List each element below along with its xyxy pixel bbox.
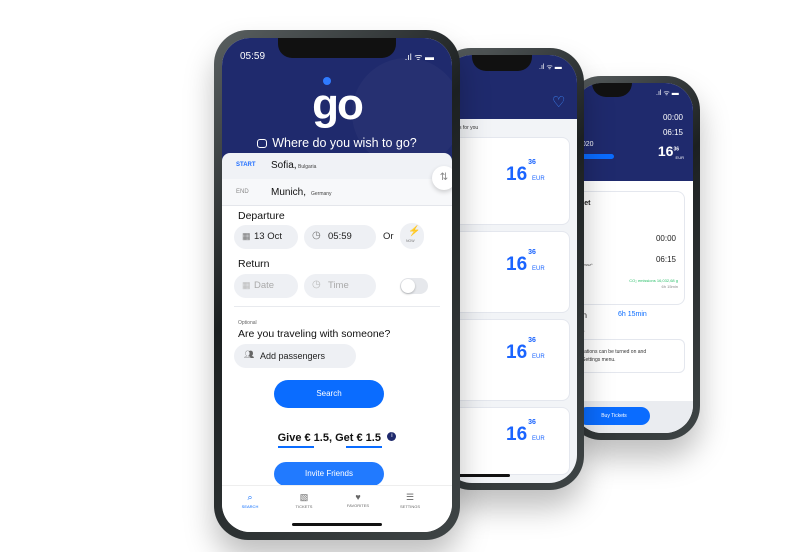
- promo-underline-right: [346, 446, 382, 448]
- status-icons: .ıl ᯤ ▬: [404, 52, 434, 62]
- clock-icon: ◷: [312, 230, 321, 241]
- result-card-1[interactable]: g 1636EUR: [444, 137, 570, 225]
- status-icons: .ıl ᯤ ▬: [656, 90, 679, 97]
- departure-time-value: 05:59: [328, 231, 352, 242]
- departure-date[interactable]: ▦ 13 Oct: [234, 225, 298, 249]
- main-screen: 05:59 .ıl ᯤ ▬ go Where do you wish to go…: [222, 38, 452, 532]
- phone-details: .ıl ᯤ ▬ 00:00 ng 06:15 2020 1636 EUR met…: [567, 76, 700, 440]
- home-indicator: [292, 523, 382, 526]
- status-time: 05:59: [240, 51, 266, 62]
- end-city: Munich,: [271, 187, 307, 198]
- bus-icon: [257, 139, 268, 148]
- calendar-icon: ▦: [242, 280, 251, 290]
- ticket-icon: ▧: [299, 492, 309, 502]
- ride-detail-card: met 00:00 ss 06:15 rpressz* CO₂ emission…: [574, 191, 685, 305]
- buy-tickets-button[interactable]: Buy Tickets: [578, 407, 650, 425]
- users-icon: 👥︎: [244, 350, 255, 359]
- companion-question: Are you traveling with someone?: [238, 328, 391, 340]
- stage: .ıl ᯤ ▬ 00:00 ng 06:15 2020 1636 EUR met…: [0, 0, 795, 552]
- heart-icon[interactable]: ♡: [552, 93, 565, 111]
- swap-button[interactable]: ⇅: [432, 166, 452, 190]
- or-label: Or: [383, 231, 394, 242]
- search-button[interactable]: Search: [274, 380, 384, 408]
- departure-time[interactable]: ◷ 05:59: [304, 225, 376, 249]
- departure-date-value: 13 Oct: [254, 231, 282, 242]
- notch: [472, 55, 532, 71]
- invite-friends-button[interactable]: Invite Friends: [274, 462, 384, 486]
- start-tag: START: [236, 162, 256, 168]
- headline: Where do you wish to go?: [222, 136, 452, 150]
- add-passengers-label: Add passengers: [260, 351, 326, 361]
- co2-sub: 6h 15min: [661, 284, 678, 289]
- logo: go: [222, 77, 452, 127]
- divider: [234, 306, 440, 307]
- status-icons: .ıl ᯤ ▬: [539, 64, 562, 71]
- end-tag: END: [236, 189, 249, 195]
- price: 1636 EUR: [506, 248, 545, 275]
- result-card-2[interactable]: g g 1636EUR: [444, 231, 570, 313]
- tab-settings[interactable]: ☰ SETTINGS: [390, 492, 430, 509]
- tab-bar: ⌕ SEARCH ▧ TICKETS ♥ FAVORITES ☰ SETTING…: [222, 485, 452, 532]
- now-button[interactable]: ⚡ NOW: [400, 223, 424, 249]
- heart-icon: ♥: [355, 492, 361, 502]
- now-label: NOW: [406, 239, 415, 243]
- end-field[interactable]: END Munich, Germany: [222, 179, 452, 206]
- duration-value: 6h 15min: [618, 311, 647, 318]
- detail-cur: EUR: [675, 155, 684, 160]
- price: 1636 EUR: [506, 418, 545, 445]
- start-field[interactable]: START Sofia, Bulgaria: [222, 153, 452, 179]
- phone-main: 05:59 .ıl ᯤ ▬ go Where do you wish to go…: [214, 30, 460, 540]
- optional-label: Optional: [238, 320, 257, 326]
- return-time-value: Time: [328, 280, 349, 291]
- return-date-value: Date: [254, 280, 275, 291]
- tab-tickets[interactable]: ▧ TICKETS: [284, 492, 324, 509]
- co2-emissions: CO₂ emissions 16,032,68 g: [629, 278, 678, 283]
- search-icon: ⌕: [247, 492, 253, 502]
- notice-line1: ifications can be turned on and: [578, 349, 647, 355]
- info-icon[interactable]: i: [387, 432, 397, 441]
- promo: Give € 1.5, Get € 1.5 i: [222, 428, 452, 446]
- detail-time1: 00:00: [662, 113, 683, 122]
- end-country: Germany: [311, 191, 332, 197]
- return-toggle[interactable]: [400, 278, 428, 294]
- price: 1636 EUR: [506, 158, 545, 185]
- tab-favorites[interactable]: ♥ FAVORITES: [338, 492, 378, 508]
- start-city: Sofia,: [271, 160, 297, 171]
- lightning-icon: ⚡: [408, 226, 421, 237]
- notification-card: ifications can be turned on and e Settin…: [574, 339, 685, 373]
- logo-dot: [323, 77, 331, 85]
- results-screen: .ıl ᯤ ▬ ♡ us rides for you g 1636EUR g g…: [444, 55, 577, 483]
- promo-text: Give € 1.5, Get € 1.5: [277, 432, 381, 444]
- result-card-3[interactable]: g g 1636EUR: [444, 319, 570, 401]
- arr-time: 06:15: [655, 255, 676, 264]
- settings-icon: ☰: [405, 492, 415, 502]
- notch: [278, 38, 396, 58]
- departure-label: Departure: [238, 210, 285, 222]
- return-label: Return: [238, 258, 270, 270]
- result-card-4[interactable]: g g 1636EUR: [444, 407, 570, 475]
- return-time[interactable]: ◷ Time: [304, 274, 376, 298]
- details-screen: .ıl ᯤ ▬ 00:00 ng 06:15 2020 1636 EUR met…: [574, 83, 693, 433]
- price: 1636 EUR: [506, 336, 545, 363]
- start-country: Bulgaria: [298, 164, 317, 170]
- add-passengers-button[interactable]: 👥︎ Add passengers: [234, 344, 356, 368]
- detail-time2: 06:15: [662, 128, 683, 137]
- return-date[interactable]: ▦ Date: [234, 274, 298, 298]
- promo-underline-left: [278, 446, 314, 448]
- clock-icon: ◷: [312, 279, 321, 290]
- calendar-icon: ▦: [242, 231, 251, 241]
- dep-time: 00:00: [655, 234, 676, 243]
- tab-search[interactable]: ⌕ SEARCH: [230, 492, 270, 509]
- swap-icon: ⇅: [439, 172, 449, 183]
